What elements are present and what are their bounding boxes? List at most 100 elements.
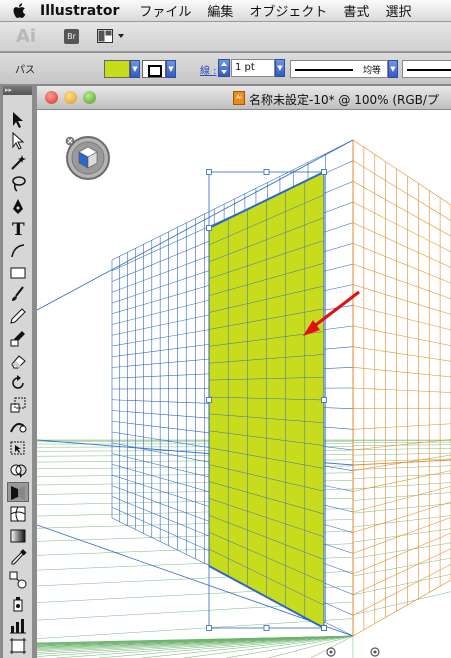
app-menu[interactable]: Illustrator <box>40 3 119 19</box>
document-title: 名称未設定-10* @ 100% (RGB/プ <box>249 93 439 107</box>
column-graph-icon <box>10 619 26 634</box>
symbol-sprayer-icon <box>13 597 23 612</box>
paintbrush-icon <box>12 286 24 301</box>
selection-handle[interactable] <box>206 625 212 631</box>
scale-tool[interactable] <box>7 395 29 415</box>
tools-panel-header[interactable]: ▸▸ <box>3 86 32 95</box>
eraser-tool[interactable] <box>7 351 29 371</box>
magic-wand-tool[interactable] <box>7 153 29 173</box>
type-tool[interactable]: T <box>7 219 29 239</box>
selection-handle[interactable] <box>263 625 270 631</box>
eyedropper-icon <box>11 549 27 565</box>
perspective-grid-tool[interactable] <box>7 482 29 502</box>
control-bar: パス ▼ ▼ 線 : 1 pt ▼ 均等 ▼ <box>0 53 451 85</box>
artboard-tool[interactable] <box>7 636 29 656</box>
selection-icon <box>13 112 23 128</box>
blob-brush-icon <box>10 331 25 347</box>
profile-preview-line <box>295 69 353 71</box>
stroke-weight-stepper[interactable] <box>218 59 230 77</box>
shape-builder-icon <box>10 464 27 478</box>
rectangle-icon <box>10 267 26 279</box>
selection-tool[interactable] <box>7 110 29 130</box>
selection-handle[interactable] <box>321 169 327 175</box>
rectangle-tool[interactable] <box>7 263 29 283</box>
arrange-documents-icon <box>97 29 124 43</box>
menu-edit[interactable]: 編集 <box>207 1 233 20</box>
brush-preview-line <box>407 69 451 71</box>
pencil-icon <box>10 308 26 324</box>
plane-switching-widget-icon[interactable] <box>65 136 110 180</box>
warp-icon <box>10 423 27 433</box>
fill-color-swatch[interactable] <box>104 60 130 78</box>
blend-tool[interactable] <box>7 570 29 590</box>
profile-label: 均等 <box>362 66 381 76</box>
stroke-dropdown-button[interactable]: ▼ <box>166 60 176 78</box>
minimize-window-button[interactable] <box>64 91 77 104</box>
pencil-tool[interactable] <box>7 306 29 326</box>
eyedropper-tool[interactable] <box>7 548 29 568</box>
mesh-tool[interactable] <box>7 504 29 524</box>
eraser-icon <box>11 355 26 369</box>
brush-definition[interactable] <box>402 60 451 78</box>
rotate-tool[interactable] <box>7 373 29 393</box>
selection-handle[interactable] <box>321 625 327 631</box>
document-window: Ai 名称未設定-10* @ 100% (RGB/プ <box>37 86 451 658</box>
close-window-button[interactable] <box>45 91 58 104</box>
selection-handle[interactable] <box>206 169 212 175</box>
column-graph-tool[interactable] <box>7 616 29 636</box>
bridge-button[interactable]: Br <box>64 29 79 44</box>
variable-width-profile[interactable]: 均等 <box>290 60 388 78</box>
free-transform-icon <box>10 441 25 455</box>
magic-wand-icon <box>11 155 26 170</box>
menu-file[interactable]: ファイル <box>139 1 191 20</box>
gradient-tool[interactable] <box>7 526 29 546</box>
selection-type-label: パス <box>15 65 35 76</box>
apple-menu-icon[interactable] <box>0 2 40 19</box>
selection-handle[interactable] <box>321 397 327 403</box>
pen-icon <box>13 199 23 214</box>
artboard-canvas[interactable] <box>37 110 451 658</box>
menu-select[interactable]: 選択 <box>385 1 411 20</box>
line-icon <box>11 244 25 258</box>
document-icon: Ai <box>233 91 245 105</box>
direct-selection-tool[interactable] <box>7 131 29 151</box>
warp-tool[interactable] <box>7 417 29 437</box>
selection-handle[interactable] <box>206 225 212 231</box>
arrange-documents-button[interactable] <box>97 29 124 44</box>
tools-panel: ▸▸ T <box>3 86 33 658</box>
pen-tool[interactable] <box>7 197 29 217</box>
rotate-icon <box>12 375 24 389</box>
svg-text:T: T <box>12 220 25 239</box>
paintbrush-tool[interactable] <box>7 284 29 304</box>
gradient-icon <box>10 529 26 543</box>
stroke-color-swatch[interactable] <box>142 60 166 78</box>
mesh-icon <box>10 506 26 522</box>
scale-icon <box>10 397 26 413</box>
shape-builder-tool[interactable] <box>7 460 29 480</box>
fill-dropdown-button[interactable]: ▼ <box>130 60 140 78</box>
line-tool[interactable] <box>7 241 29 261</box>
lasso-tool[interactable] <box>7 174 29 194</box>
profile-dropdown[interactable]: ▼ <box>388 60 398 78</box>
zoom-window-button[interactable] <box>83 91 96 104</box>
free-transform-tool[interactable] <box>7 438 29 458</box>
selection-handle[interactable] <box>206 397 212 403</box>
type-icon: T <box>12 220 25 239</box>
blob-brush-tool[interactable] <box>7 328 29 348</box>
stroke-panel-link[interactable]: 線 : <box>200 62 217 77</box>
symbol-sprayer-tool[interactable] <box>7 594 29 614</box>
lasso-icon <box>12 176 26 192</box>
artboard-icon <box>10 638 26 654</box>
right-plane-grid <box>352 139 451 637</box>
direct-selection-icon <box>12 131 25 150</box>
stroke-weight-dropdown[interactable]: ▼ <box>275 59 285 77</box>
menu-bar: Illustrator ファイル 編集 オブジェクト 書式 選択 <box>0 0 451 22</box>
application-bar: Ai Br <box>0 22 451 52</box>
menu-type[interactable]: 書式 <box>343 1 369 20</box>
ai-logo: Ai <box>16 26 37 47</box>
menu-object[interactable]: オブジェクト <box>249 1 327 20</box>
stroke-weight-field[interactable]: 1 pt <box>231 59 275 77</box>
blend-icon <box>9 571 27 589</box>
document-title-bar: Ai 名称未設定-10* @ 100% (RGB/プ <box>37 86 451 110</box>
selection-handle[interactable] <box>263 169 270 175</box>
